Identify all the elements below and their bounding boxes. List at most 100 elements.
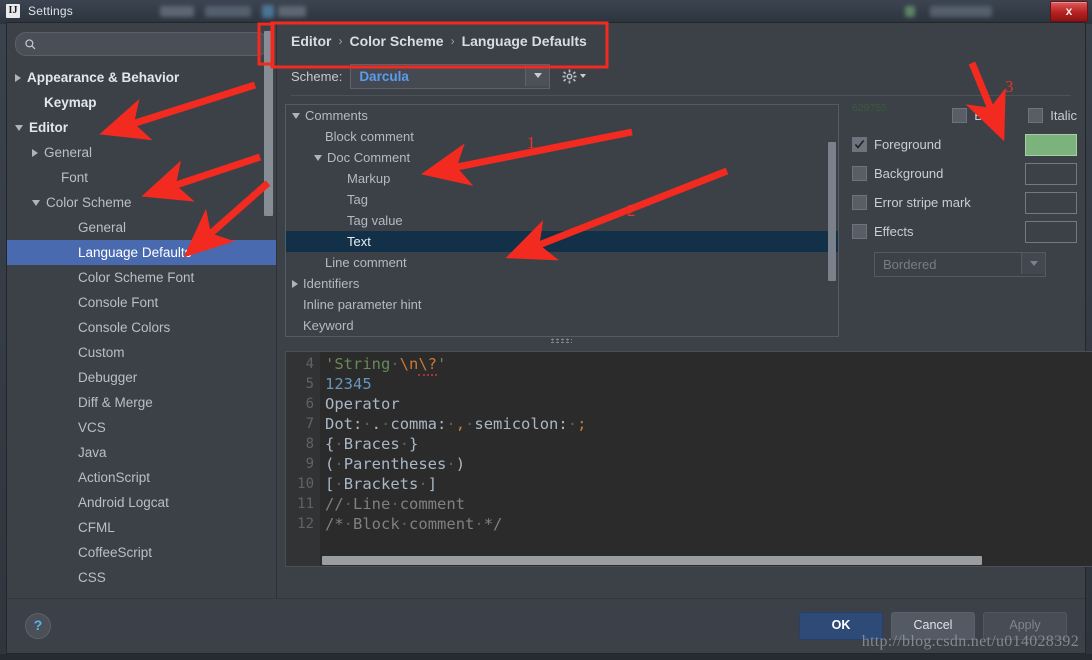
attribute-row-doc-comment[interactable]: Doc Comment: [286, 147, 838, 168]
attribute-row-block-comment[interactable]: Block comment: [286, 126, 838, 147]
code-preview[interactable]: 4 'String·\n\?' 5 12345 6 Operator 7 Dot:·.·com…: [285, 351, 1092, 567]
chevron-down-icon[interactable]: [292, 112, 300, 119]
sidebar-item-appearance-behavior[interactable]: Appearance & Behavior: [7, 65, 276, 90]
breadcrumb-part[interactable]: Language Defaults: [462, 33, 587, 49]
sidebar-item-label: CFML: [78, 520, 115, 535]
attribute-row-identifiers[interactable]: Identifiers: [286, 273, 838, 294]
sidebar-item-css[interactable]: CSS: [7, 565, 276, 590]
sidebar-item-java[interactable]: Java: [7, 440, 276, 465]
effects-dropdown-button[interactable]: [1021, 253, 1045, 274]
sidebar-item-font[interactable]: Font: [7, 165, 276, 190]
code-token: 12345: [325, 375, 372, 393]
code-token: ·: [446, 415, 456, 433]
sidebar-item-actionscript[interactable]: ActionScript: [7, 465, 276, 490]
sidebar-item-keymap[interactable]: Keymap: [7, 90, 276, 115]
sidebar-item-color-scheme[interactable]: Color Scheme: [7, 190, 276, 215]
code-token: ): [455, 455, 466, 473]
sidebar-item-general[interactable]: General: [7, 140, 276, 165]
code-token: {: [325, 435, 335, 453]
scheme-combobox[interactable]: Darcula: [350, 63, 551, 89]
sidebar-item-android-logcat[interactable]: Android Logcat: [7, 490, 276, 515]
effects-type-combobox[interactable]: Bordered: [874, 252, 1046, 277]
attribute-row-label: Comments: [305, 108, 368, 123]
color-attribute-list[interactable]: Comments Block comment Doc Comment Markup Ta…: [285, 104, 839, 337]
sidebar-scrollbar-thumb[interactable]: [264, 31, 273, 216]
sidebar-item-label: Font: [61, 170, 89, 185]
chevron-down-icon: [533, 72, 542, 78]
attribute-row-comments[interactable]: Comments: [286, 105, 838, 126]
sidebar-item-coffeescript[interactable]: CoffeeScript: [7, 540, 276, 565]
chevron-right-icon[interactable]: [15, 73, 21, 82]
code-token: ]: [427, 475, 438, 493]
code-line[interactable]: 5 12345: [286, 374, 1092, 394]
attribute-row-label: Identifiers: [303, 276, 360, 291]
attribute-row-markup[interactable]: Markup: [286, 168, 838, 189]
chevron-down-icon[interactable]: [32, 199, 40, 206]
code-token: ·: [446, 455, 456, 473]
panel-splitter[interactable]: [285, 335, 837, 345]
sidebar-item-label: General: [44, 145, 93, 160]
title-bar: IJ Settings x: [0, 0, 1092, 22]
sidebar-scrollbar[interactable]: [264, 23, 273, 598]
code-token: ·: [474, 515, 484, 533]
attribute-row-text[interactable]: Text: [286, 231, 838, 252]
scheme-settings-button[interactable]: [562, 69, 587, 84]
sidebar-item-label: General: [78, 220, 127, 235]
breadcrumb: Editor › Color Scheme › Language Defaults: [277, 23, 1085, 59]
preview-horizontal-scrollbar-thumb[interactable]: [322, 556, 982, 565]
code-line[interactable]: 4 'String·\n\?': [286, 354, 1092, 376]
sidebar-item-general[interactable]: General: [7, 215, 276, 240]
scheme-dropdown-button[interactable]: [525, 64, 550, 86]
sidebar-item-custom[interactable]: Custom: [7, 340, 276, 365]
attribute-row-tag-value[interactable]: Tag value: [286, 210, 838, 231]
sidebar-item-console-colors[interactable]: Console Colors: [7, 315, 276, 340]
settings-sidebar: Appearance & Behavior Keymap Editor General…: [7, 23, 277, 598]
window-title: Settings: [28, 4, 73, 18]
chevron-down-icon[interactable]: [15, 124, 23, 131]
code-token: [: [325, 475, 335, 493]
sidebar-item-console-font[interactable]: Console Font: [7, 290, 276, 315]
sidebar-item-editor[interactable]: Editor: [7, 115, 276, 140]
line-number: 5: [305, 376, 314, 392]
sidebar-item-diff-merge[interactable]: Diff & Merge: [7, 390, 276, 415]
breadcrumb-part[interactable]: Color Scheme: [349, 33, 443, 49]
search-box[interactable]: [15, 32, 268, 56]
code-token: Dot:: [325, 415, 363, 433]
attribute-row-inline-parameter-hint[interactable]: Inline parameter hint: [286, 294, 838, 315]
sidebar-item-debugger[interactable]: Debugger: [7, 365, 276, 390]
chevron-right-icon[interactable]: [32, 148, 38, 157]
code-line[interactable]: 6 Operator: [286, 394, 1092, 414]
code-token: ·: [418, 475, 428, 493]
code-token: */: [483, 515, 503, 533]
attribute-row-keyword[interactable]: Keyword: [286, 315, 838, 336]
foreground-color-swatch[interactable]: 629755: [852, 102, 1077, 156]
preview-code[interactable]: 4 'String·\n\?' 5 12345 6 Operator 7 Dot:·.·com…: [286, 352, 1092, 566]
attribute-row-tag[interactable]: Tag: [286, 189, 838, 210]
settings-category-tree[interactable]: Appearance & Behavior Keymap Editor General…: [7, 62, 276, 598]
code-line[interactable]: 11//·Line·comment: [286, 494, 1092, 514]
attribute-row-line-comment[interactable]: Line comment: [286, 252, 838, 273]
sidebar-item-vcs[interactable]: VCS: [7, 415, 276, 440]
code-line[interactable]: 10 [·Brackets·]: [286, 474, 1092, 494]
search-input[interactable]: [37, 37, 267, 51]
help-button[interactable]: ?: [25, 613, 51, 639]
chevron-down-icon[interactable]: [314, 154, 322, 161]
code-line[interactable]: 9 (·Parentheses·): [286, 454, 1092, 474]
attribute-list-scrollbar-thumb[interactable]: [828, 142, 836, 281]
code-line[interactable]: 12/*·Block·comment·*/: [286, 514, 1092, 534]
breadcrumb-part[interactable]: Editor: [291, 33, 331, 49]
code-token: ·: [399, 515, 410, 533]
sidebar-item-cfml[interactable]: CFML: [7, 515, 276, 540]
sidebar-item-color-scheme-font[interactable]: Color Scheme Font: [7, 265, 276, 290]
line-number: 6: [305, 396, 314, 412]
code-token: 'String: [325, 355, 391, 373]
chevron-right-icon[interactable]: [292, 279, 298, 288]
code-line[interactable]: 8 {·Braces·}: [286, 434, 1092, 454]
close-icon[interactable]: x: [1050, 1, 1088, 22]
sidebar-item-language-defaults[interactable]: Language Defaults: [7, 240, 276, 265]
code-line[interactable]: 7 Dot:·.·comma:·,·semicolon:·;: [286, 414, 1092, 434]
